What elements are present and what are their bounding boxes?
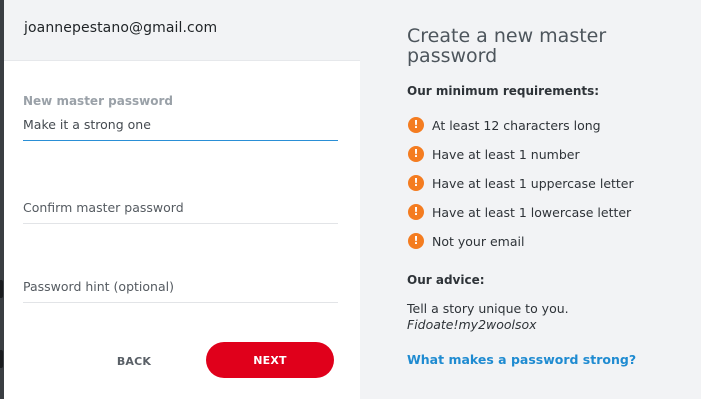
requirement-text: Not your email [432, 234, 525, 249]
requirement-item: ! Have at least 1 uppercase letter [408, 175, 634, 204]
background-fragment [0, 350, 3, 368]
warning-icon: ! [408, 146, 424, 162]
advice-text: Tell a story unique to you. [407, 301, 569, 316]
background-fragment [0, 280, 3, 298]
warning-icon: ! [408, 204, 424, 220]
requirement-item: ! Have at least 1 lowercase letter [408, 204, 634, 233]
requirement-text: At least 12 characters long [432, 118, 601, 133]
requirement-text: Have at least 1 lowercase letter [432, 205, 632, 220]
advice-example: Fidoate!my2woolsox [407, 317, 537, 332]
new-password-input[interactable] [23, 117, 338, 141]
requirement-item: ! At least 12 characters long [408, 117, 634, 146]
confirm-password-field [23, 200, 338, 224]
advice-heading: Our advice: [407, 273, 485, 287]
confirm-password-input[interactable] [23, 200, 338, 224]
requirement-text: Have at least 1 number [432, 147, 580, 162]
account-email: joannepestano@gmail.com [24, 20, 218, 36]
new-password-field: New master password [23, 94, 338, 141]
password-hint-field [23, 279, 338, 303]
requirement-text: Have at least 1 uppercase letter [432, 176, 634, 191]
warning-icon: ! [408, 175, 424, 191]
next-button[interactable]: NEXT [206, 342, 334, 378]
page-title: Create a new master password [407, 25, 607, 67]
requirement-item: ! Have at least 1 number [408, 146, 634, 175]
requirement-item: ! Not your email [408, 233, 634, 262]
password-form-panel: joannepestano@gmail.com New master passw… [4, 0, 360, 399]
back-button[interactable]: BACK [92, 348, 176, 374]
account-header: joannepestano@gmail.com [4, 0, 360, 61]
requirements-heading: Our minimum requirements: [407, 84, 600, 98]
requirements-panel: Create a new master password Our minimum… [360, 0, 701, 399]
password-strength-link[interactable]: What makes a password strong? [407, 352, 636, 367]
password-hint-input[interactable] [23, 279, 338, 303]
warning-icon: ! [408, 233, 424, 249]
warning-icon: ! [408, 117, 424, 133]
requirements-list: ! At least 12 characters long ! Have at … [408, 117, 634, 262]
new-password-label: New master password [23, 94, 173, 108]
